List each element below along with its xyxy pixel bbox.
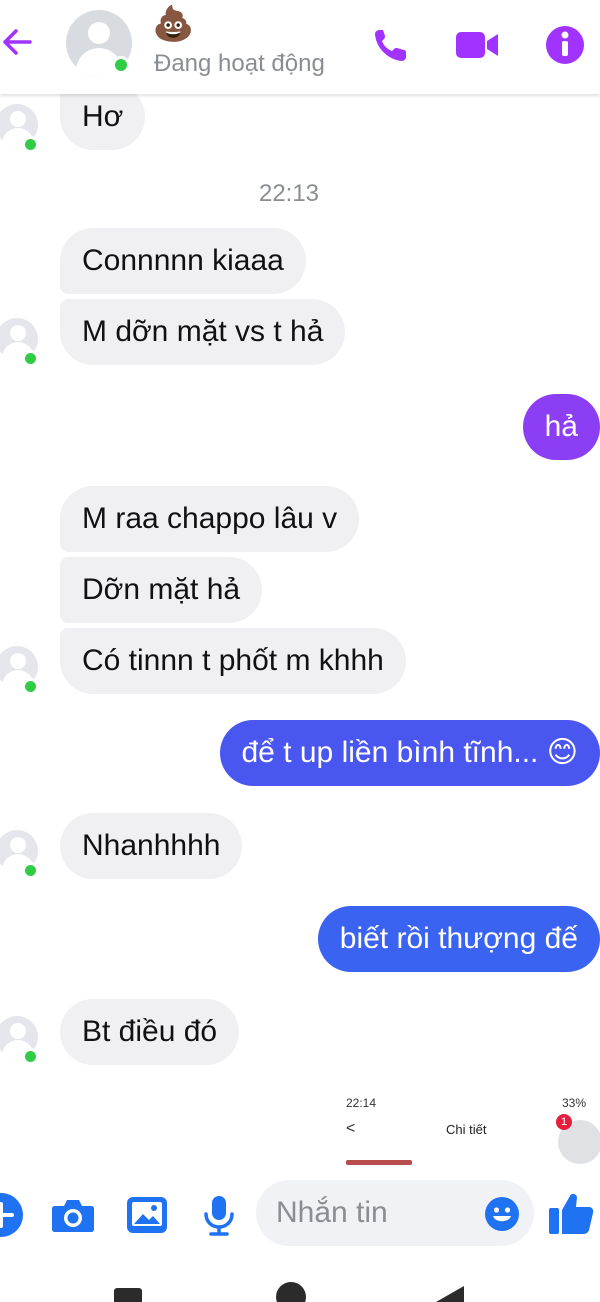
preview-time: 22:14	[346, 1096, 377, 1110]
video-icon[interactable]	[456, 24, 498, 66]
nav-back-icon[interactable]	[434, 1282, 466, 1302]
incoming-message[interactable]: Có tinnn t phốt m khhh	[60, 628, 406, 694]
message-list[interactable]: Hơ 22:13 Connnnn kiaaa M dỡn mặt vs t hả…	[0, 0, 600, 1165]
recent-apps-icon[interactable]	[114, 1288, 142, 1302]
like-icon[interactable]	[546, 1188, 596, 1238]
outgoing-message[interactable]: để t up liền bình tĩnh... 😊	[219, 720, 600, 786]
preview-notification-badge: 1	[556, 1114, 572, 1130]
chat-header: 💩 Đang hoạt động	[0, 0, 600, 94]
camera-icon[interactable]	[50, 1192, 96, 1238]
preview-image-strip	[346, 1160, 412, 1165]
emoji-icon[interactable]	[484, 1196, 520, 1232]
image-attachment-preview[interactable]: 22:14 33% < Chi tiết 1	[334, 1090, 600, 1165]
plus-icon[interactable]	[0, 1192, 24, 1238]
preview-back-icon: <	[346, 1120, 356, 1137]
image-icon[interactable]	[124, 1192, 170, 1238]
incoming-message[interactable]: Nhanhhhh	[60, 813, 243, 879]
online-indicator	[22, 678, 39, 695]
system-navigation-bar	[0, 1266, 600, 1302]
contact-name[interactable]: 💩	[152, 4, 194, 44]
info-icon[interactable]	[544, 24, 586, 66]
call-icon[interactable]	[370, 24, 412, 66]
online-indicator	[112, 56, 130, 74]
outgoing-message[interactable]: hả	[522, 394, 600, 460]
online-indicator	[22, 1048, 39, 1065]
back-arrow-icon[interactable]	[0, 22, 40, 62]
online-indicator	[22, 136, 39, 153]
message-input-placeholder: Nhắn tin	[276, 1196, 388, 1229]
timestamp: 22:13	[258, 180, 320, 207]
active-status: Đang hoạt động	[154, 50, 325, 77]
online-indicator	[22, 350, 39, 367]
incoming-message[interactable]: Bt điều đó	[60, 999, 240, 1065]
home-icon[interactable]	[276, 1282, 306, 1302]
preview-battery: 33%	[561, 1096, 586, 1110]
outgoing-message[interactable]: biết rồi thượng đế	[317, 906, 600, 972]
incoming-message[interactable]: Dỡn mặt hả	[60, 557, 263, 623]
mic-icon[interactable]	[196, 1192, 242, 1238]
online-indicator	[22, 862, 39, 879]
incoming-message[interactable]: M dỡn mặt vs t hả	[60, 299, 346, 365]
composer-bar: Nhắn tin	[0, 1166, 600, 1266]
preview-title: Chi tiết	[446, 1122, 487, 1137]
incoming-message[interactable]: M raa chappo lâu v	[60, 486, 360, 552]
incoming-message[interactable]: Connnnn kiaaa	[60, 228, 306, 294]
